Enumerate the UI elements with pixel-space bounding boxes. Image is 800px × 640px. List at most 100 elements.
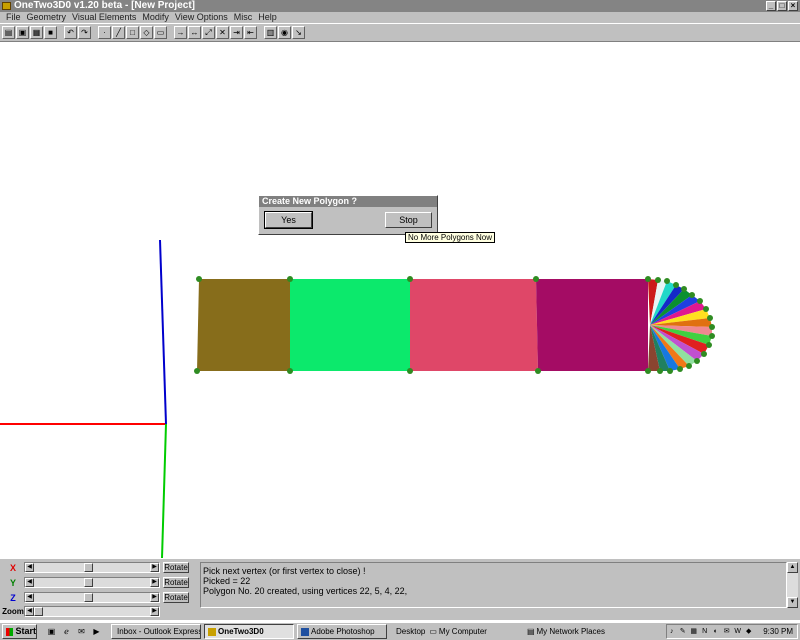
extrude-icon[interactable]: ⇤ [244, 26, 257, 39]
quicklaunch-desktop-icon[interactable]: ▣ [45, 625, 58, 638]
polygon-icon[interactable]: ◇ [140, 26, 153, 39]
vertex[interactable] [703, 306, 709, 312]
z-rotate-button[interactable]: Rotate [163, 592, 189, 603]
y-slider[interactable]: ◀ ▶ [24, 577, 160, 588]
move-both-icon[interactable]: ↔ [188, 26, 201, 39]
vertex[interactable] [664, 278, 670, 284]
open-icon[interactable]: ▤ [2, 26, 15, 39]
zoom-slider-thumb[interactable] [34, 607, 43, 616]
save-icon[interactable]: ▣ [16, 26, 29, 39]
vertex[interactable] [667, 368, 673, 374]
view-icon[interactable]: ◉ [278, 26, 291, 39]
menu-visual-elements[interactable]: Visual Elements [69, 12, 139, 23]
polygon-3[interactable] [410, 279, 538, 371]
close-button[interactable]: × [788, 1, 798, 11]
tray-icon[interactable]: ✉ [722, 627, 731, 636]
vertex[interactable] [645, 276, 651, 282]
polygon-4[interactable] [536, 279, 648, 371]
x-right-arrow-icon[interactable]: ▶ [150, 563, 159, 572]
y-right-arrow-icon[interactable]: ▶ [150, 578, 159, 587]
minimize-button[interactable]: _ [766, 1, 776, 11]
vertex[interactable] [533, 276, 539, 282]
quicklaunch-outlook-icon[interactable]: ✉ [75, 625, 88, 638]
vertex[interactable] [706, 342, 712, 348]
vertex[interactable] [194, 368, 200, 374]
x-left-arrow-icon[interactable]: ◀ [25, 563, 34, 572]
vertex[interactable] [707, 315, 713, 321]
help-icon[interactable]: ↘ [292, 26, 305, 39]
z-left-arrow-icon[interactable]: ◀ [25, 593, 34, 602]
vertex[interactable] [694, 358, 700, 364]
vertex-icon[interactable]: · [98, 26, 111, 39]
quicklaunch-ie-icon[interactable]: ℯ [60, 625, 73, 638]
3d-viewport[interactable] [0, 43, 800, 559]
mirror-icon[interactable]: ⇥ [230, 26, 243, 39]
fan-polygons[interactable] [648, 279, 712, 371]
x-slider[interactable]: ◀ ▶ [24, 562, 160, 573]
message-scrollbar[interactable]: ▲ ▼ [787, 562, 798, 608]
scroll-up-icon[interactable]: ▲ [787, 562, 798, 573]
z-slider-thumb[interactable] [84, 593, 94, 602]
quicklaunch-media-icon[interactable]: ▶ [90, 625, 103, 638]
vertex[interactable] [287, 368, 293, 374]
tray-icon[interactable]: ◆ [744, 627, 753, 636]
menu-file[interactable]: File [3, 12, 24, 23]
vertex[interactable] [196, 276, 202, 282]
vertex[interactable] [686, 363, 692, 369]
task-onetwo3d0[interactable]: OneTwo3D0 [204, 624, 294, 639]
line-icon[interactable]: ╱ [112, 26, 125, 39]
menu-help[interactable]: Help [255, 12, 280, 23]
vertex[interactable] [677, 366, 683, 372]
desktop-toolbar[interactable]: Desktop [396, 627, 425, 636]
y-slider-thumb[interactable] [84, 578, 94, 587]
vertex[interactable] [709, 324, 715, 330]
vertex[interactable] [657, 368, 663, 374]
vertex[interactable] [407, 368, 413, 374]
undo-icon[interactable]: ↶ [64, 26, 77, 39]
menu-modify[interactable]: Modify [139, 12, 172, 23]
square-icon[interactable]: □ [126, 26, 139, 39]
zoom-slider[interactable]: ◀ ▶ [24, 606, 160, 617]
scroll-down-icon[interactable]: ▼ [787, 597, 798, 608]
scale-icon[interactable]: ⤢ [202, 26, 215, 39]
vertex[interactable] [535, 368, 541, 374]
y-left-arrow-icon[interactable]: ◀ [25, 578, 34, 587]
vertex[interactable] [645, 368, 651, 374]
z-right-arrow-icon[interactable]: ▶ [150, 593, 159, 602]
vertex[interactable] [681, 286, 687, 292]
my-computer-item[interactable]: ▭ My Computer [429, 627, 487, 636]
tray-icon[interactable]: ◐ [711, 627, 720, 636]
move-icon[interactable]: → [174, 26, 187, 39]
vertex[interactable] [697, 298, 703, 304]
redo-icon[interactable]: ↷ [78, 26, 91, 39]
image-icon[interactable]: ▭ [154, 26, 167, 39]
polygon-2[interactable] [290, 279, 410, 371]
z-slider[interactable]: ◀ ▶ [24, 592, 160, 603]
vertex[interactable] [709, 333, 715, 339]
vertex[interactable] [655, 277, 661, 283]
yes-button[interactable]: Yes [264, 211, 313, 229]
y-rotate-button[interactable]: Rotate [163, 577, 189, 588]
tray-network-icon[interactable]: ▦ [689, 627, 698, 636]
x-rotate-button[interactable]: Rotate [163, 562, 189, 573]
menu-geometry[interactable]: Geometry [24, 12, 70, 23]
zoom-right-arrow-icon[interactable]: ▶ [150, 607, 159, 616]
vertex[interactable] [287, 276, 293, 282]
x-slider-thumb[interactable] [84, 563, 94, 572]
vertex[interactable] [407, 276, 413, 282]
tray-icon[interactable]: ✎ [678, 627, 687, 636]
scene-svg[interactable] [0, 43, 800, 559]
menu-view-options[interactable]: View Options [172, 12, 231, 23]
task-photoshop[interactable]: Adobe Photoshop [297, 624, 387, 639]
start-button[interactable]: Start [2, 624, 37, 639]
vertex[interactable] [689, 292, 695, 298]
disk-icon[interactable]: ■ [44, 26, 57, 39]
task-outlook[interactable]: Inbox - Outlook Express [111, 624, 201, 639]
rotate-icon[interactable]: ✕ [216, 26, 229, 39]
texture-icon[interactable]: ▥ [264, 26, 277, 39]
zoom-left-arrow-icon[interactable]: ◀ [25, 607, 34, 616]
tray-w-icon[interactable]: W [733, 627, 742, 636]
polygon-1[interactable] [197, 279, 290, 371]
clock[interactable]: 9:30 PM [763, 627, 793, 636]
save-all-icon[interactable]: ▦ [30, 26, 43, 39]
